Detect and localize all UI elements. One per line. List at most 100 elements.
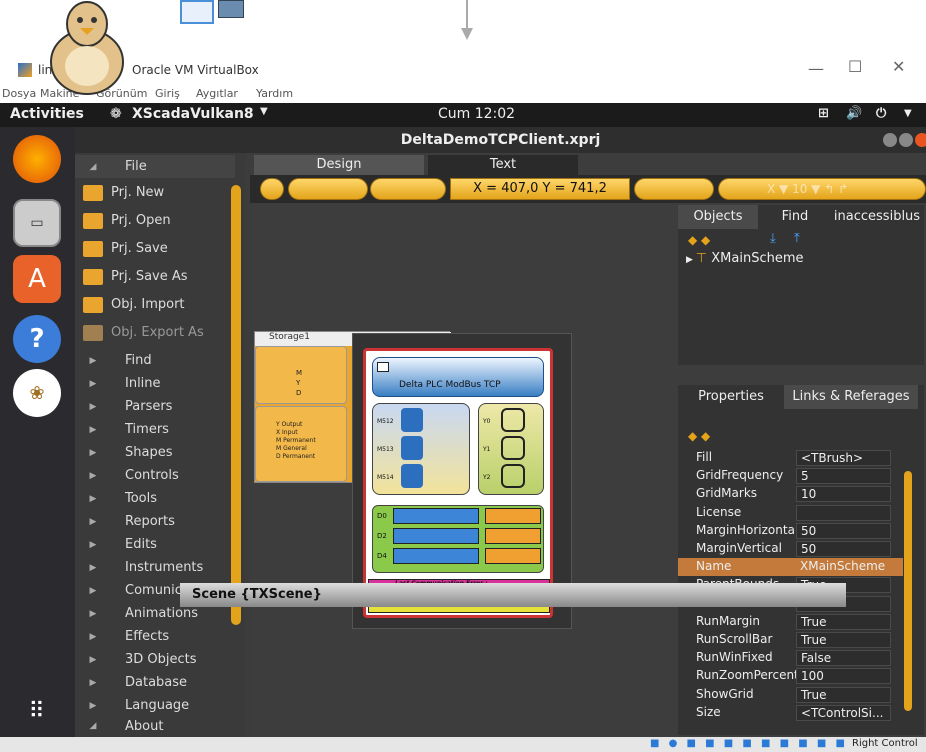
- menu-aygitlar[interactable]: Aygıtlar: [196, 87, 238, 100]
- power-icon[interactable]: ⏻: [876, 106, 886, 121]
- files-icon[interactable]: ▭: [13, 199, 61, 247]
- m-indicator[interactable]: [401, 436, 423, 460]
- property-row[interactable]: MarginHorizontal 50: [678, 522, 903, 540]
- d-input[interactable]: [485, 508, 541, 524]
- view-tools[interactable]: [370, 178, 446, 200]
- property-row[interactable]: Name XMainScheme: [678, 558, 903, 577]
- firefox-icon[interactable]: [13, 135, 61, 183]
- d-input[interactable]: [485, 528, 541, 544]
- property-value[interactable]: 5: [796, 468, 891, 485]
- group-shapes[interactable]: ▶ Shapes: [75, 441, 235, 464]
- group-instruments[interactable]: ▶ Instruments: [75, 556, 235, 579]
- maximize-icon[interactable]: ☐: [848, 57, 862, 76]
- xscada-app-icon[interactable]: ❀: [13, 369, 61, 417]
- object-tools-icon[interactable]: ◆ ◆: [688, 233, 728, 247]
- property-row[interactable]: Size <TControlSi...: [678, 704, 903, 722]
- tab-properties[interactable]: Properties: [678, 385, 784, 409]
- group-inline[interactable]: ▶ Inline: [75, 372, 235, 395]
- property-value[interactable]: XMainScheme: [796, 559, 891, 576]
- tab-design[interactable]: Design: [254, 155, 424, 175]
- property-row[interactable]: GridFrequency 5: [678, 467, 903, 485]
- property-row[interactable]: GridMarks 10: [678, 485, 903, 503]
- property-value[interactable]: True: [796, 686, 891, 703]
- property-scrollbar[interactable]: [904, 471, 912, 711]
- group-find[interactable]: ▶ Find: [75, 349, 235, 372]
- menu-yardim[interactable]: Yardım: [256, 87, 293, 100]
- zoom-tools[interactable]: [288, 178, 368, 200]
- tab-objects[interactable]: Objects: [678, 205, 758, 229]
- group-database[interactable]: ▶ Database: [75, 671, 235, 694]
- image-icon[interactable]: [218, 0, 244, 18]
- property-value[interactable]: <TControlSi...: [796, 704, 891, 721]
- show-applications-icon[interactable]: ⠿: [13, 687, 61, 735]
- m-indicator[interactable]: [401, 408, 423, 432]
- property-tools-icon[interactable]: ◆ ◆: [688, 429, 710, 443]
- window-maximize-icon[interactable]: [899, 133, 913, 147]
- property-value[interactable]: True: [796, 613, 891, 630]
- group-about[interactable]: ◢ About: [75, 717, 235, 735]
- property-row[interactable]: RunWinFixed False: [678, 649, 903, 667]
- help-icon[interactable]: ?: [13, 315, 61, 363]
- system-menu-chevron-icon[interactable]: ▼: [904, 108, 912, 119]
- property-value[interactable]: False: [796, 650, 891, 667]
- property-row[interactable]: License: [678, 504, 903, 522]
- property-value[interactable]: [796, 504, 891, 521]
- move-down-icon[interactable]: ⤓: [770, 231, 776, 246]
- group-language[interactable]: ▶ Language: [75, 694, 235, 717]
- file-item-prj-new[interactable]: Prj. New: [75, 181, 235, 204]
- align-tools[interactable]: X ▼ 10 ▼ ↰ ↱: [718, 178, 926, 200]
- edit-tools[interactable]: [634, 178, 714, 200]
- list-view-icon[interactable]: [180, 0, 214, 24]
- property-value[interactable]: 50: [796, 522, 891, 539]
- software-center-icon[interactable]: A: [13, 255, 61, 303]
- group-effects[interactable]: ▶ Effects: [75, 625, 235, 648]
- scheme-panel[interactable]: Delta PLC ModBus TCP M512 M513 M514 Y0 Y…: [363, 348, 553, 618]
- file-group-header[interactable]: ◢ File: [75, 155, 235, 178]
- property-row[interactable]: RunZoomPercent 100: [678, 667, 903, 685]
- property-value[interactable]: True: [796, 632, 891, 648]
- y-indicator[interactable]: [501, 436, 525, 460]
- clock[interactable]: Cum 12:02: [438, 106, 515, 122]
- app-menu-button[interactable]: XScadaVulkan8: [132, 106, 254, 122]
- tab-inaccessible[interactable]: inaccessiblus: [830, 205, 924, 229]
- minimize-icon[interactable]: —: [808, 59, 824, 78]
- group-edits[interactable]: ▶ Edits: [75, 533, 235, 556]
- left-panel-scrollbar[interactable]: [231, 185, 241, 625]
- network-icon[interactable]: ⊞: [818, 106, 829, 121]
- y-indicator[interactable]: [501, 464, 525, 488]
- group-reports[interactable]: ▶ Reports: [75, 510, 235, 533]
- m-indicator[interactable]: [401, 464, 423, 488]
- property-value[interactable]: 10: [796, 486, 891, 503]
- y-indicator[interactable]: [501, 408, 525, 432]
- tab-find[interactable]: Find: [760, 205, 830, 229]
- file-item-prj-save[interactable]: Prj. Save: [75, 237, 235, 260]
- property-value[interactable]: 50: [796, 541, 891, 557]
- group-parsers[interactable]: ▶ Parsers: [75, 395, 235, 418]
- tree-item-xmainscheme[interactable]: ▶ ⊤ XMainScheme: [686, 251, 804, 266]
- property-value[interactable]: 100: [796, 668, 891, 685]
- panel-splitter[interactable]: [715, 479, 719, 579]
- file-item-prj-open[interactable]: Prj. Open: [75, 209, 235, 232]
- menu-giris[interactable]: Giriş: [155, 87, 180, 100]
- activities-button[interactable]: Activities: [10, 106, 84, 122]
- window-minimize-icon[interactable]: [883, 133, 897, 147]
- volume-icon[interactable]: 🔊: [846, 106, 862, 121]
- move-up-icon[interactable]: ⤒: [794, 231, 800, 246]
- chevron-down-icon[interactable]: ▼: [260, 106, 268, 117]
- file-item-obj-import[interactable]: Obj. Import: [75, 293, 235, 316]
- property-row[interactable]: ShowGrid True: [678, 686, 903, 704]
- pointer-tool-icon[interactable]: [260, 178, 284, 200]
- property-row[interactable]: MarginVertical 50: [678, 540, 903, 558]
- property-row[interactable]: RunScrollBar True: [678, 631, 903, 649]
- property-row[interactable]: RunMargin True: [678, 613, 903, 631]
- group-controls[interactable]: ▶ Controls: [75, 464, 235, 487]
- menu-dosya[interactable]: Dosya: [2, 87, 36, 100]
- file-item-prj-save-as[interactable]: Prj. Save As: [75, 265, 235, 288]
- group-3d-objects[interactable]: ▶ 3D Objects: [75, 648, 235, 671]
- group-timers[interactable]: ▶ Timers: [75, 418, 235, 441]
- property-value[interactable]: <TBrush>: [796, 450, 891, 466]
- close-icon[interactable]: ✕: [892, 57, 905, 76]
- property-row[interactable]: Fill <TBrush>: [678, 449, 903, 467]
- tab-text[interactable]: Text: [428, 155, 578, 175]
- group-tools[interactable]: ▶ Tools: [75, 487, 235, 510]
